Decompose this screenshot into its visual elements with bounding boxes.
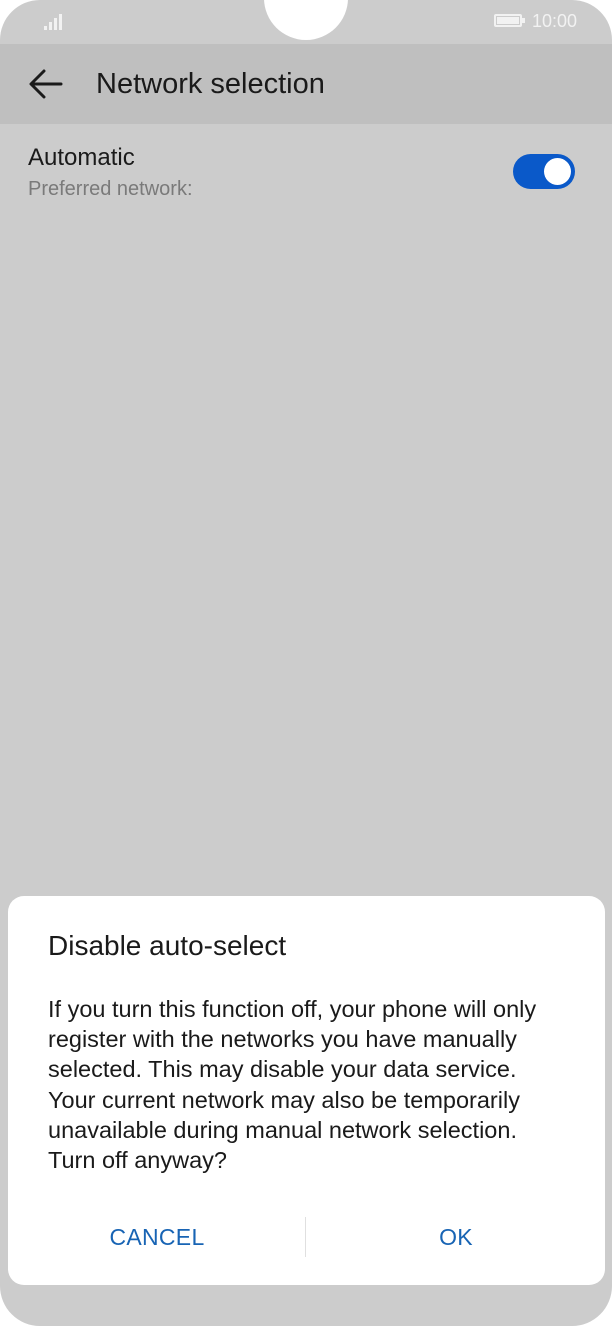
disable-auto-select-dialog: Disable auto-select If you turn this fun…	[8, 896, 605, 1285]
app-bar: Network selection	[0, 44, 612, 124]
camera-notch	[264, 0, 348, 40]
back-button[interactable]	[22, 60, 70, 108]
automatic-setting-row[interactable]: Automatic Preferred network:	[0, 124, 612, 220]
battery-icon	[494, 14, 525, 27]
status-time: 10:00	[532, 11, 578, 31]
phone-screen: 10:00 Network selection Automatic Prefer…	[0, 0, 612, 1326]
ok-button[interactable]: OK	[307, 1214, 605, 1260]
toggle-knob	[544, 158, 571, 185]
signal-icon	[44, 12, 66, 30]
arrow-left-icon	[29, 69, 63, 99]
status-bar: 10:00	[0, 0, 612, 44]
page-title: Network selection	[96, 68, 325, 100]
setting-title: Automatic	[28, 144, 135, 171]
dialog-message: If you turn this function off, your phon…	[48, 996, 537, 1174]
setting-subtitle: Preferred network:	[28, 178, 193, 200]
cancel-button[interactable]: CANCEL	[8, 1214, 306, 1260]
button-divider	[305, 1217, 306, 1257]
dialog-actions: CANCEL OK	[8, 1214, 605, 1260]
automatic-toggle[interactable]	[513, 154, 575, 189]
dialog-title: Disable auto-select	[48, 930, 287, 961]
